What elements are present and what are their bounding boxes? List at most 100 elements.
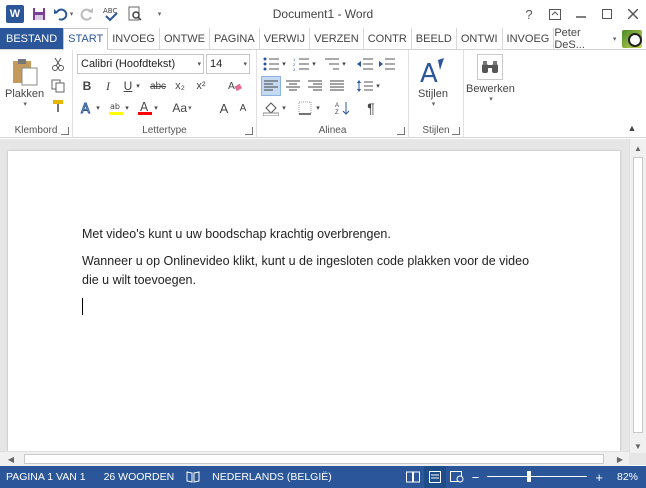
- decrease-indent-button[interactable]: [355, 54, 375, 74]
- borders-dropdown-icon[interactable]: ▾: [313, 98, 323, 118]
- horizontal-scrollbar[interactable]: ◀ ▶: [0, 451, 629, 466]
- tab-references[interactable]: VERWIJ: [260, 28, 311, 49]
- vertical-scroll-thumb[interactable]: [633, 157, 643, 433]
- align-right-button[interactable]: [305, 76, 325, 96]
- format-painter-button[interactable]: [48, 96, 68, 116]
- zoom-slider[interactable]: [487, 466, 588, 488]
- maximize-button[interactable]: [594, 3, 620, 25]
- font-name-value: Calibri (Hoofdtekst): [81, 58, 176, 70]
- vertical-scrollbar[interactable]: ▲ ▼: [629, 139, 646, 453]
- close-icon: [628, 9, 638, 19]
- zoom-out-button[interactable]: −: [468, 470, 484, 485]
- document-page[interactable]: Met video's kunt u uw boodschap krachtig…: [8, 151, 620, 455]
- superscript-button[interactable]: x²: [191, 76, 211, 96]
- save-button[interactable]: [28, 3, 50, 25]
- tab-design[interactable]: ONTWE: [160, 28, 210, 49]
- clipboard-launcher-icon[interactable]: [61, 127, 69, 135]
- proofing-status[interactable]: [180, 471, 206, 483]
- italic-button[interactable]: I: [98, 76, 118, 96]
- multilevel-dropdown-icon[interactable]: ▾: [339, 54, 349, 74]
- numbering-dropdown-icon[interactable]: ▾: [309, 54, 319, 74]
- close-button[interactable]: [620, 3, 646, 25]
- book-check-icon: [186, 471, 200, 483]
- numbering-button[interactable]: 123: [291, 54, 311, 74]
- tab-insert[interactable]: INVOEG: [108, 28, 160, 49]
- print-layout-button[interactable]: [423, 466, 446, 488]
- word-app-icon[interactable]: W: [4, 3, 26, 25]
- minimize-button[interactable]: [568, 3, 594, 25]
- line-spacing-dropdown-icon[interactable]: ▾: [373, 76, 383, 96]
- editing-button[interactable]: Bewerken ▾: [466, 54, 515, 103]
- undo-button[interactable]: ▾: [52, 3, 74, 25]
- word-count[interactable]: 26 WOORDEN: [98, 471, 181, 483]
- cut-button[interactable]: [48, 54, 68, 74]
- paragraph-launcher-icon[interactable]: [397, 127, 405, 135]
- print-preview-button[interactable]: [124, 3, 146, 25]
- help-button[interactable]: ?: [516, 3, 542, 25]
- highlighter-icon: ab: [109, 102, 123, 115]
- styles-button[interactable]: A Stijlen ▾: [417, 56, 449, 108]
- line-spacing-button[interactable]: [355, 76, 375, 96]
- tab-file[interactable]: BESTAND: [0, 28, 64, 49]
- bold-button[interactable]: B: [77, 76, 97, 96]
- increase-indent-button[interactable]: [377, 54, 397, 74]
- tab-mailings[interactable]: VERZEN: [310, 28, 364, 49]
- highlight-dropdown-icon[interactable]: ▾: [122, 98, 132, 118]
- text-effects-dropdown-icon[interactable]: ▾: [93, 98, 103, 118]
- sort-button[interactable]: AZ: [333, 98, 353, 118]
- align-center-button[interactable]: [283, 76, 303, 96]
- borders-button[interactable]: [295, 98, 315, 118]
- copy-button[interactable]: [48, 76, 68, 96]
- tab-add-ins[interactable]: INVOEG: [503, 28, 555, 49]
- shrink-font-button[interactable]: A: [233, 98, 253, 118]
- scroll-left-icon[interactable]: ◀: [4, 452, 18, 467]
- page-count[interactable]: PAGINA 1 VAN 1: [0, 471, 92, 483]
- bullets-dropdown-icon[interactable]: ▾: [279, 54, 289, 74]
- customize-qat-button[interactable]: ▾: [148, 3, 170, 25]
- justify-button[interactable]: [327, 76, 347, 96]
- spelling-check-button[interactable]: ABC: [100, 3, 122, 25]
- collapse-ribbon-button[interactable]: ▲: [622, 118, 642, 138]
- change-case-button[interactable]: Aa ▾: [170, 98, 194, 118]
- subscript-button[interactable]: x₂: [170, 76, 190, 96]
- undo-dropdown-icon[interactable]: ▾: [70, 10, 74, 18]
- tab-home[interactable]: START: [63, 28, 109, 50]
- scroll-right-icon[interactable]: ▶: [613, 452, 627, 467]
- tab-review[interactable]: CONTR: [364, 28, 412, 49]
- clear-formatting-button[interactable]: A: [225, 76, 245, 96]
- document-paragraph[interactable]: Wanneer u op Onlinevideo klikt, kunt u d…: [82, 252, 542, 290]
- zoom-level[interactable]: 82%: [607, 471, 646, 483]
- bullets-button[interactable]: [261, 54, 281, 74]
- language-indicator[interactable]: NEDERLANDS (BELGIË): [206, 471, 338, 483]
- tab-page-layout[interactable]: PAGINA: [210, 28, 260, 49]
- document-area: Met video's kunt u uw boodschap krachtig…: [0, 139, 646, 465]
- shading-button[interactable]: [261, 98, 281, 118]
- underline-dropdown-icon[interactable]: ▾: [133, 76, 143, 96]
- scroll-down-icon[interactable]: ▼: [630, 439, 646, 453]
- font-size-dropdown[interactable]: 14 ▾: [206, 54, 250, 74]
- grow-font-button[interactable]: A: [214, 98, 234, 118]
- strikethrough-button[interactable]: abc: [146, 76, 170, 96]
- eraser-icon: A: [228, 81, 242, 92]
- font-launcher-icon[interactable]: [245, 127, 253, 135]
- user-account[interactable]: Peter DeS... ▾: [554, 27, 646, 51]
- shading-dropdown-icon[interactable]: ▾: [279, 98, 289, 118]
- redo-button[interactable]: [76, 3, 98, 25]
- horizontal-scroll-thumb[interactable]: [24, 454, 604, 464]
- document-paragraph[interactable]: Met video's kunt u uw boodschap krachtig…: [82, 225, 542, 244]
- paste-button[interactable]: Plakken ▾: [5, 56, 44, 108]
- show-formatting-button[interactable]: ¶: [361, 98, 381, 118]
- scroll-up-icon[interactable]: ▲: [630, 141, 646, 155]
- font-name-dropdown[interactable]: Calibri (Hoofdtekst) ▾: [77, 54, 204, 74]
- tab-view[interactable]: BEELD: [412, 28, 457, 49]
- web-layout-button[interactable]: [446, 466, 468, 488]
- zoom-in-button[interactable]: +: [591, 470, 607, 485]
- font-color-dropdown-icon[interactable]: ▾: [151, 98, 161, 118]
- ribbon-display-options-button[interactable]: [542, 3, 568, 25]
- read-mode-button[interactable]: [402, 466, 424, 488]
- align-left-button[interactable]: [261, 76, 281, 96]
- zoom-slider-thumb[interactable]: [526, 471, 531, 482]
- multilevel-list-button[interactable]: [321, 54, 341, 74]
- tab-developer[interactable]: ONTWI: [457, 28, 503, 49]
- styles-launcher-icon[interactable]: [452, 127, 460, 135]
